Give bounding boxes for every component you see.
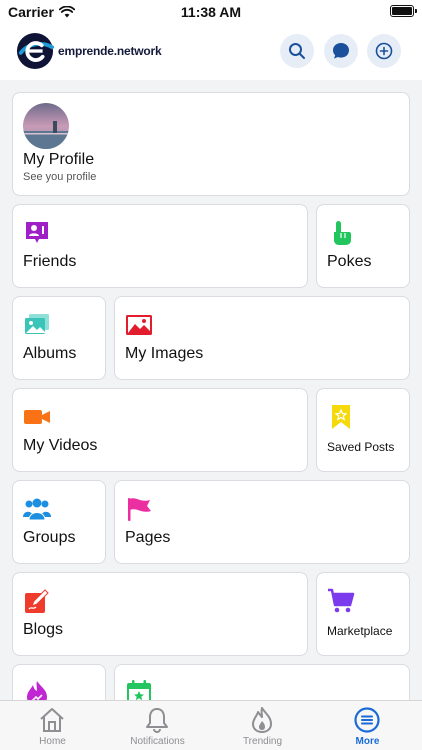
- add-icon: [375, 42, 393, 60]
- battery-icon: [390, 5, 417, 17]
- image-icon: [126, 315, 152, 335]
- profile-label: My Profile: [23, 151, 95, 168]
- calendar-star-icon: [127, 680, 151, 700]
- tab-home[interactable]: Home: [0, 701, 105, 750]
- trending-fire-icon: [27, 681, 47, 700]
- brand-name: emprende.network: [58, 44, 162, 58]
- bell-icon: [146, 708, 168, 733]
- clock: 11:38 AM: [180, 4, 242, 20]
- tab-notifications[interactable]: Notifications: [105, 701, 210, 750]
- tab-home-label: Home: [39, 736, 66, 747]
- fire-icon: [252, 707, 272, 733]
- marketplace-card[interactable]: Marketplace: [316, 572, 410, 656]
- tab-trending-label: Trending: [242, 736, 283, 747]
- tab-more[interactable]: More: [315, 701, 420, 750]
- profile-subtitle: See you profile: [23, 171, 97, 183]
- profile-card[interactable]: My Profile See you profile: [12, 92, 410, 196]
- friends-card[interactable]: Friends: [12, 204, 308, 288]
- friends-icon: [26, 222, 48, 243]
- blog-edit-icon: [25, 589, 49, 613]
- marketplace-label: Marketplace: [327, 624, 393, 638]
- events-card[interactable]: [114, 664, 410, 700]
- my-videos-label: My Videos: [23, 437, 98, 454]
- albums-icon: [25, 314, 49, 334]
- tab-trending[interactable]: Trending: [210, 701, 315, 750]
- tab-bar: Home Notifications Trending More: [0, 700, 422, 750]
- saved-posts-card[interactable]: Saved Posts: [316, 388, 410, 472]
- home-icon: [40, 708, 64, 732]
- video-camera-icon: [24, 410, 50, 424]
- search-icon: [289, 43, 305, 59]
- saved-posts-label: Saved Posts: [327, 440, 395, 454]
- flag-icon: [128, 498, 151, 521]
- chat-icon: [333, 43, 349, 59]
- app-header: emprende.network: [0, 24, 422, 80]
- my-videos-card[interactable]: My Videos: [12, 388, 308, 472]
- pages-label: Pages: [125, 529, 171, 546]
- albums-card[interactable]: Albums: [12, 296, 106, 380]
- search-button[interactable]: [280, 34, 314, 68]
- friends-label: Friends: [23, 253, 77, 270]
- blogs-label: Blogs: [23, 621, 64, 638]
- groups-card[interactable]: Groups: [12, 480, 106, 564]
- messages-button[interactable]: [324, 34, 358, 68]
- cart-icon: [328, 588, 355, 613]
- status-bar: Carrier 11:38 AM: [0, 0, 422, 24]
- poke-hand-icon: [334, 221, 351, 245]
- trending-card[interactable]: [12, 664, 106, 700]
- albums-label: Albums: [23, 345, 77, 362]
- more-menu-icon: [354, 707, 380, 733]
- pokes-card[interactable]: Pokes: [316, 204, 410, 288]
- blogs-card[interactable]: Blogs: [12, 572, 308, 656]
- groups-label: Groups: [23, 529, 76, 546]
- avatar: [23, 103, 69, 149]
- groups-icon: [23, 498, 51, 521]
- tab-notifications-label: Notifications: [130, 736, 185, 747]
- app-logo[interactable]: emprende.network: [16, 32, 162, 70]
- bookmark-star-icon: [332, 405, 350, 429]
- create-button[interactable]: [367, 34, 401, 68]
- tab-more-label: More: [355, 736, 380, 747]
- logo-mark-icon: [16, 32, 54, 70]
- pokes-label: Pokes: [327, 253, 372, 270]
- pages-card[interactable]: Pages: [114, 480, 410, 564]
- my-images-card[interactable]: My Images: [114, 296, 410, 380]
- more-menu: My Profile See you profile Friends Pokes…: [0, 80, 422, 700]
- my-images-label: My Images: [125, 345, 204, 362]
